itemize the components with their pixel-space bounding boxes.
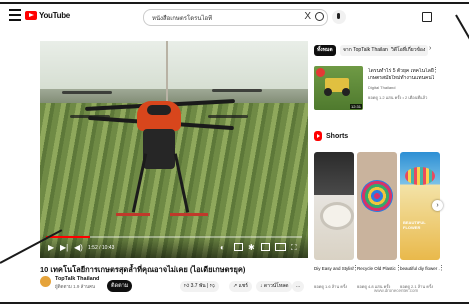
thumbs-down-icon[interactable]: | 👎︎ [207,283,215,289]
autoplay-toggle[interactable]: ◐ [220,243,225,252]
chip-related[interactable]: วิดีโอที่เกี่ยวข้อง [388,45,428,56]
video-title: 10 เทคโนโลยีการเกษตรสุดล้ำที่คุณอาจไม่เค… [40,265,246,274]
top-bar: YouTube หนังสือเกษตรโดรนไอที X [0,0,469,32]
progress-bar[interactable] [46,236,302,238]
chip-from-channel[interactable]: จาก TopTalk Thailand [340,45,394,56]
video-duration: 12:31 [349,104,362,109]
channel-badge-icon [316,68,325,77]
thumbs-up-icon: 👍︎ [184,283,191,289]
captions-icon[interactable] [234,243,243,251]
tablet-bezel [0,2,469,4]
shorts-heading: Shorts [314,131,348,141]
fullscreen-icon[interactable]: ⛶ [291,243,297,252]
recommended-title[interactable]: โดรนทำไร่ 5 ตัวยุค เทคโนโลยี [368,68,434,74]
miniplayer-icon[interactable] [261,243,270,251]
recommended-thumbnail[interactable]: 12:31 [314,66,363,110]
theater-mode-icon[interactable] [275,243,286,251]
drone [137,101,181,131]
chevron-right-icon[interactable]: › [429,45,431,52]
logo-text: YouTube [39,11,70,20]
shorts-next-button[interactable]: › [432,200,443,211]
like-count: 3.7 พัน [190,283,206,289]
youtube-play-icon [25,11,37,20]
search-input[interactable]: หนังสือเกษตรโดรนไอที [152,13,212,23]
youtube-watch-page: YouTube หนังสือเกษตรโดรนไอที X ▶ ▶| ◀) 1… [0,0,469,305]
settings-icon[interactable]: ✱ [248,243,255,252]
short-title[interactable]: Recycle Old Plastic ... [357,266,397,272]
watermark: www.dronecenter.com [374,288,419,293]
channel-name[interactable]: TopTalk Thailand [55,276,99,282]
more-options-icon[interactable]: ⋮ [395,264,402,272]
time-display: 1:52 / 10:43 [88,245,115,251]
shorts-icon [314,131,322,141]
short-thumbnail[interactable] [314,152,354,260]
like-button[interactable]: 👍︎ 3.7 พัน | 👎︎ [180,281,219,292]
chip-all[interactable]: ทั้งหมด [314,45,336,56]
short-thumbnail[interactable] [357,152,397,260]
short-views: ยอดดู 1.6 ล้าน ครั้ง [314,284,348,289]
menu-icon[interactable] [9,9,21,21]
search-box[interactable]: หนังสือเกษตรโดรนไอที X [143,9,328,26]
more-options-icon[interactable]: ⋮ [438,264,445,272]
play-icon[interactable]: ▶ [48,243,54,252]
recommended-channel[interactable]: Digital Thailand [368,85,434,90]
more-actions-button[interactable]: ... [292,281,305,292]
clear-search-icon[interactable]: X [304,11,311,22]
subscribe-button[interactable]: ติดตาม [107,280,133,292]
subscriber-count: ผู้ติดตาม 1.9 ล้านคน [55,284,96,289]
share-label: แชร์ [238,283,248,289]
download-button[interactable]: ↓ ดาวน์โหลด [256,281,293,292]
tablet-bezel [0,302,469,304]
more-options-icon[interactable]: ⋮ [432,66,439,74]
microphone-icon[interactable] [332,10,346,24]
next-icon[interactable]: ▶| [60,243,68,252]
video-player[interactable]: ▶ ▶| ◀) 1:52 / 10:43 ◐ ✱ ⛶ [40,41,308,258]
short-title[interactable]: Diy Easy and Stylish ... [314,266,354,272]
share-button[interactable]: ↗ แชร์ [229,281,252,292]
short-overlay-text: BEAUTIFUL FLOWER [403,220,426,230]
more-options-icon[interactable]: ⋮ [352,264,359,272]
recommended-meta: ยอดดู 1.2 แสน ครั้ง • 2 เดือนที่แล้ว [368,95,428,100]
short-title[interactable]: beautiful diy flower ... [400,266,440,272]
youtube-logo[interactable]: YouTube [25,11,70,20]
volume-icon[interactable]: ◀) [74,243,83,252]
create-icon[interactable] [422,12,432,22]
search-icon[interactable] [315,12,324,21]
download-label: ดาวน์โหลด [263,283,289,289]
recommended-subtitle[interactable]: เกษตรสมัยใหม่ทำงานแทนคนได้จริง! [368,75,434,81]
channel-avatar[interactable] [40,276,51,287]
